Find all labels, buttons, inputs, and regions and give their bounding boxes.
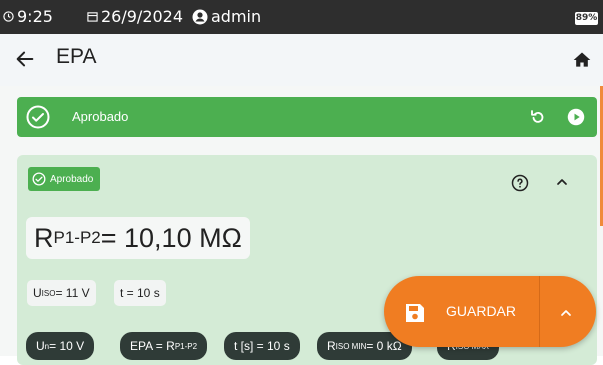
chip-subscript: P1-P2	[174, 341, 198, 351]
fab-divider	[539, 276, 540, 347]
result-subscript: P1-P2	[53, 228, 101, 247]
status-user-text: admin	[211, 7, 262, 26]
chip-symbol: t [s] = 10 s	[234, 339, 290, 353]
param-subscript: ISO	[41, 288, 56, 298]
battery-indicator: 89%	[575, 12, 598, 25]
status-time-text: 9:25	[17, 7, 53, 26]
chip-symbol: R	[327, 339, 336, 353]
help-icon[interactable]	[511, 174, 529, 192]
chevron-up-icon[interactable]	[558, 305, 574, 321]
page-title: EPA	[56, 45, 97, 68]
result-banner-label: Aprobado	[72, 109, 129, 124]
save-icon	[406, 304, 424, 322]
result-banner: Aprobado	[17, 97, 597, 137]
check-circle-icon	[32, 172, 46, 186]
result-symbol: R	[34, 222, 54, 253]
status-bar: 9:25 26/9/2024 admin 89%	[0, 0, 603, 34]
status-badge-label: Aprobado	[50, 173, 94, 185]
save-fab[interactable]: GUARDAR	[384, 276, 596, 347]
status-time: 9:25	[3, 7, 53, 26]
save-button-label: GUARDAR	[446, 303, 517, 319]
user-icon	[192, 9, 208, 24]
param-time: t = 10 s	[114, 280, 166, 306]
check-circle-icon	[26, 105, 50, 129]
status-badge: Aprobado	[28, 167, 101, 191]
home-icon[interactable]	[572, 50, 592, 70]
status-user: admin	[192, 7, 261, 26]
reload-icon[interactable]	[529, 108, 547, 126]
param-voltage: U ISO = 11 V	[27, 280, 96, 306]
param-value: = 11 V	[55, 286, 90, 300]
chip-symbol: U	[36, 339, 45, 353]
result-value: R P1-P2 = 10,10 MΩ	[26, 217, 250, 259]
chip-value: = 10 V	[49, 339, 85, 353]
param-symbol: U	[33, 286, 42, 300]
chip-symbol: EPA = R	[130, 339, 175, 353]
chevron-up-icon[interactable]	[554, 174, 570, 190]
back-arrow-icon[interactable]	[14, 48, 36, 70]
clock-icon	[3, 11, 14, 22]
status-date-text: 26/9/2024	[101, 7, 184, 26]
chip-subscript: ISO MIN	[335, 341, 367, 351]
play-icon[interactable]	[567, 108, 585, 126]
result-number: = 10,10 MΩ	[100, 222, 242, 253]
app-bar: EPA	[0, 34, 603, 86]
param-value: t = 10 s	[120, 286, 160, 300]
calendar-icon	[87, 12, 98, 22]
chip-value: = 0 kΩ	[366, 339, 402, 353]
status-date: 26/9/2024	[87, 7, 183, 26]
